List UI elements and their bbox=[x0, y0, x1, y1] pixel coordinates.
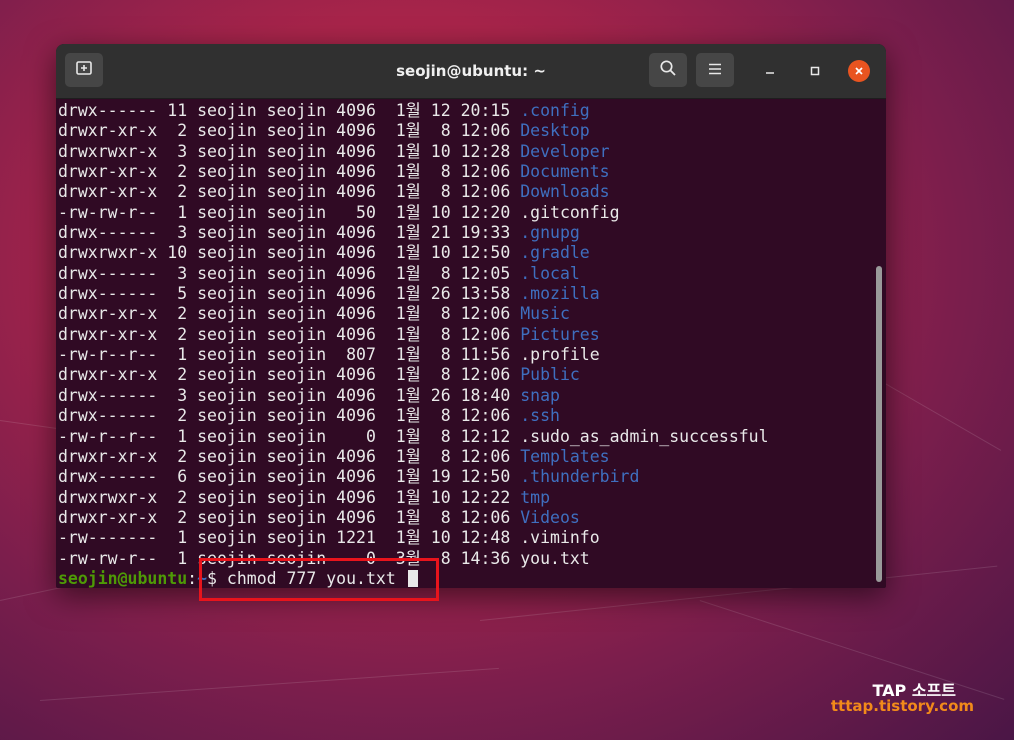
listing-line: -rw-r--r-- 1 seojin seojin 0 1월 8 12:12 … bbox=[58, 427, 886, 447]
prompt-user-host: seojin@ubuntu bbox=[58, 568, 188, 588]
directory-name: .thunderbird bbox=[520, 467, 640, 487]
listing-line: drwx------ 5 seojin seojin 4096 1월 26 13… bbox=[58, 284, 886, 304]
file-metadata: drwx------ 3 seojin seojin 4096 1월 21 19… bbox=[58, 223, 521, 243]
directory-name: Downloads bbox=[520, 182, 610, 202]
minimize-icon bbox=[764, 62, 776, 81]
file-name: .sudo_as_admin_successful bbox=[520, 426, 769, 446]
directory-name: Pictures bbox=[520, 324, 600, 344]
listing-line: drwxrwxr-x 10 seojin seojin 4096 1월 10 1… bbox=[58, 243, 886, 263]
file-name: .profile bbox=[520, 345, 600, 365]
listing-line: -rw-rw-r-- 1 seojin seojin 0 3월 8 14:36 … bbox=[58, 549, 886, 569]
directory-name: Music bbox=[520, 304, 570, 324]
file-metadata: drwxr-xr-x 2 seojin seojin 4096 1월 8 12:… bbox=[58, 446, 521, 466]
directory-name: .local bbox=[520, 263, 580, 283]
new-tab-button[interactable] bbox=[65, 53, 103, 87]
directory-name: .ssh bbox=[520, 406, 560, 426]
directory-name: Public bbox=[520, 365, 580, 385]
file-name: .gitconfig bbox=[520, 202, 620, 222]
hamburger-menu-icon bbox=[707, 61, 723, 80]
listing-line: drwxr-xr-x 2 seojin seojin 4096 1월 8 12:… bbox=[58, 325, 886, 345]
directory-name: .gradle bbox=[520, 243, 590, 263]
search-icon bbox=[659, 59, 677, 81]
file-metadata: -rw-r--r-- 1 seojin seojin 0 1월 8 12:12 bbox=[58, 426, 521, 446]
terminal-window: seojin@ubuntu: ~ drwx------ 11 seojin se… bbox=[56, 44, 886, 588]
directory-name: Desktop bbox=[520, 121, 590, 141]
listing-line: drwxrwxr-x 3 seojin seojin 4096 1월 10 12… bbox=[58, 142, 886, 162]
file-metadata: drwx------ 2 seojin seojin 4096 1월 8 12:… bbox=[58, 406, 521, 426]
file-metadata: drwxr-xr-x 2 seojin seojin 4096 1월 8 12:… bbox=[58, 182, 521, 202]
file-name: you.txt bbox=[520, 548, 590, 568]
file-metadata: drwxr-xr-x 2 seojin seojin 4096 1월 8 12:… bbox=[58, 162, 521, 182]
file-name: .viminfo bbox=[520, 528, 600, 548]
listing-line: -rw-r--r-- 1 seojin seojin 807 1월 8 11:5… bbox=[58, 345, 886, 365]
directory-name: Developer bbox=[520, 141, 610, 161]
header-bar: seojin@ubuntu: ~ bbox=[56, 44, 886, 99]
close-icon bbox=[853, 62, 865, 81]
maximize-icon bbox=[809, 62, 821, 81]
listing-line: drwxr-xr-x 2 seojin seojin 4096 1월 8 12:… bbox=[58, 121, 886, 141]
listing-line: drwxr-xr-x 2 seojin seojin 4096 1월 8 12:… bbox=[58, 447, 886, 467]
file-metadata: -rw-rw-r-- 1 seojin seojin 50 1월 10 12:2… bbox=[58, 202, 521, 222]
file-metadata: drwxr-xr-x 2 seojin seojin 4096 1월 8 12:… bbox=[58, 304, 521, 324]
file-metadata: drwx------ 3 seojin seojin 4096 1월 8 12:… bbox=[58, 263, 521, 283]
file-metadata: -rw------- 1 seojin seojin 1221 1월 10 12… bbox=[58, 528, 521, 548]
scrollbar-thumb[interactable] bbox=[876, 266, 882, 582]
file-metadata: drwx------ 11 seojin seojin 4096 1월 12 2… bbox=[58, 101, 521, 120]
terminal-output[interactable]: drwx------ 11 seojin seojin 4096 1월 12 2… bbox=[56, 99, 886, 588]
maximize-button[interactable] bbox=[804, 60, 826, 82]
directory-name: tmp bbox=[520, 487, 551, 507]
minimize-button[interactable] bbox=[759, 60, 781, 82]
directory-name: Videos bbox=[520, 507, 580, 527]
listing-line: drwx------ 6 seojin seojin 4096 1월 19 12… bbox=[58, 467, 886, 487]
directory-name: .config bbox=[520, 101, 590, 120]
menu-button[interactable] bbox=[696, 53, 734, 87]
listing-line: drwx------ 11 seojin seojin 4096 1월 12 2… bbox=[58, 101, 886, 121]
listing-line: drwxr-xr-x 2 seojin seojin 4096 1월 8 12:… bbox=[58, 365, 886, 385]
file-metadata: -rw-r--r-- 1 seojin seojin 807 1월 8 11:5… bbox=[58, 345, 521, 365]
search-button[interactable] bbox=[649, 53, 687, 87]
listing-line: drwxrwxr-x 2 seojin seojin 4096 1월 10 12… bbox=[58, 488, 886, 508]
file-metadata: drwx------ 6 seojin seojin 4096 1월 19 12… bbox=[58, 467, 521, 487]
file-metadata: drwxrwxr-x 10 seojin seojin 4096 1월 10 1… bbox=[58, 243, 521, 263]
new-tab-icon bbox=[75, 59, 93, 81]
listing-line: drwxr-xr-x 2 seojin seojin 4096 1월 8 12:… bbox=[58, 182, 886, 202]
listing-line: drwxr-xr-x 2 seojin seojin 4096 1월 8 12:… bbox=[58, 162, 886, 182]
file-metadata: drwxrwxr-x 3 seojin seojin 4096 1월 10 12… bbox=[58, 141, 521, 161]
file-metadata: drwx------ 5 seojin seojin 4096 1월 26 13… bbox=[58, 284, 521, 304]
command-highlight-box bbox=[199, 558, 439, 601]
directory-name: Documents bbox=[520, 162, 610, 182]
file-metadata: drwxr-xr-x 2 seojin seojin 4096 1월 8 12:… bbox=[58, 121, 521, 141]
directory-name: .mozilla bbox=[520, 284, 600, 304]
directory-name: .gnupg bbox=[520, 223, 580, 243]
listing-line: drwx------ 3 seojin seojin 4096 1월 8 12:… bbox=[58, 264, 886, 284]
wallpaper-line bbox=[879, 380, 1002, 451]
wallpaper-line bbox=[699, 600, 1005, 700]
watermark-url: tttap.tistory.com bbox=[830, 697, 974, 715]
file-metadata: drwxr-xr-x 2 seojin seojin 4096 1월 8 12:… bbox=[58, 324, 521, 344]
listing-line: drwxr-xr-x 2 seojin seojin 4096 1월 8 12:… bbox=[58, 508, 886, 528]
listing-line: -rw-rw-r-- 1 seojin seojin 50 1월 10 12:2… bbox=[58, 203, 886, 223]
listing-line: drwxr-xr-x 2 seojin seojin 4096 1월 8 12:… bbox=[58, 304, 886, 324]
prompt-colon: : bbox=[187, 568, 198, 588]
close-button[interactable] bbox=[848, 60, 870, 82]
file-metadata: drwx------ 3 seojin seojin 4096 1월 26 18… bbox=[58, 385, 521, 405]
file-metadata: drwxr-xr-x 2 seojin seojin 4096 1월 8 12:… bbox=[58, 365, 521, 385]
prompt-line[interactable]: seojin@ubuntu:~$ chmod 777 you.txt bbox=[58, 569, 886, 588]
directory-name: Templates bbox=[520, 446, 610, 466]
file-metadata: drwxr-xr-x 2 seojin seojin 4096 1월 8 12:… bbox=[58, 507, 521, 527]
listing-line: drwx------ 3 seojin seojin 4096 1월 21 19… bbox=[58, 223, 886, 243]
directory-name: snap bbox=[520, 385, 560, 405]
listing-line: -rw------- 1 seojin seojin 1221 1월 10 12… bbox=[58, 528, 886, 548]
wallpaper-line bbox=[40, 667, 499, 701]
listing-line: drwx------ 3 seojin seojin 4096 1월 26 18… bbox=[58, 386, 886, 406]
file-metadata: drwxrwxr-x 2 seojin seojin 4096 1월 10 12… bbox=[58, 487, 521, 507]
listing-line: drwx------ 2 seojin seojin 4096 1월 8 12:… bbox=[58, 406, 886, 426]
